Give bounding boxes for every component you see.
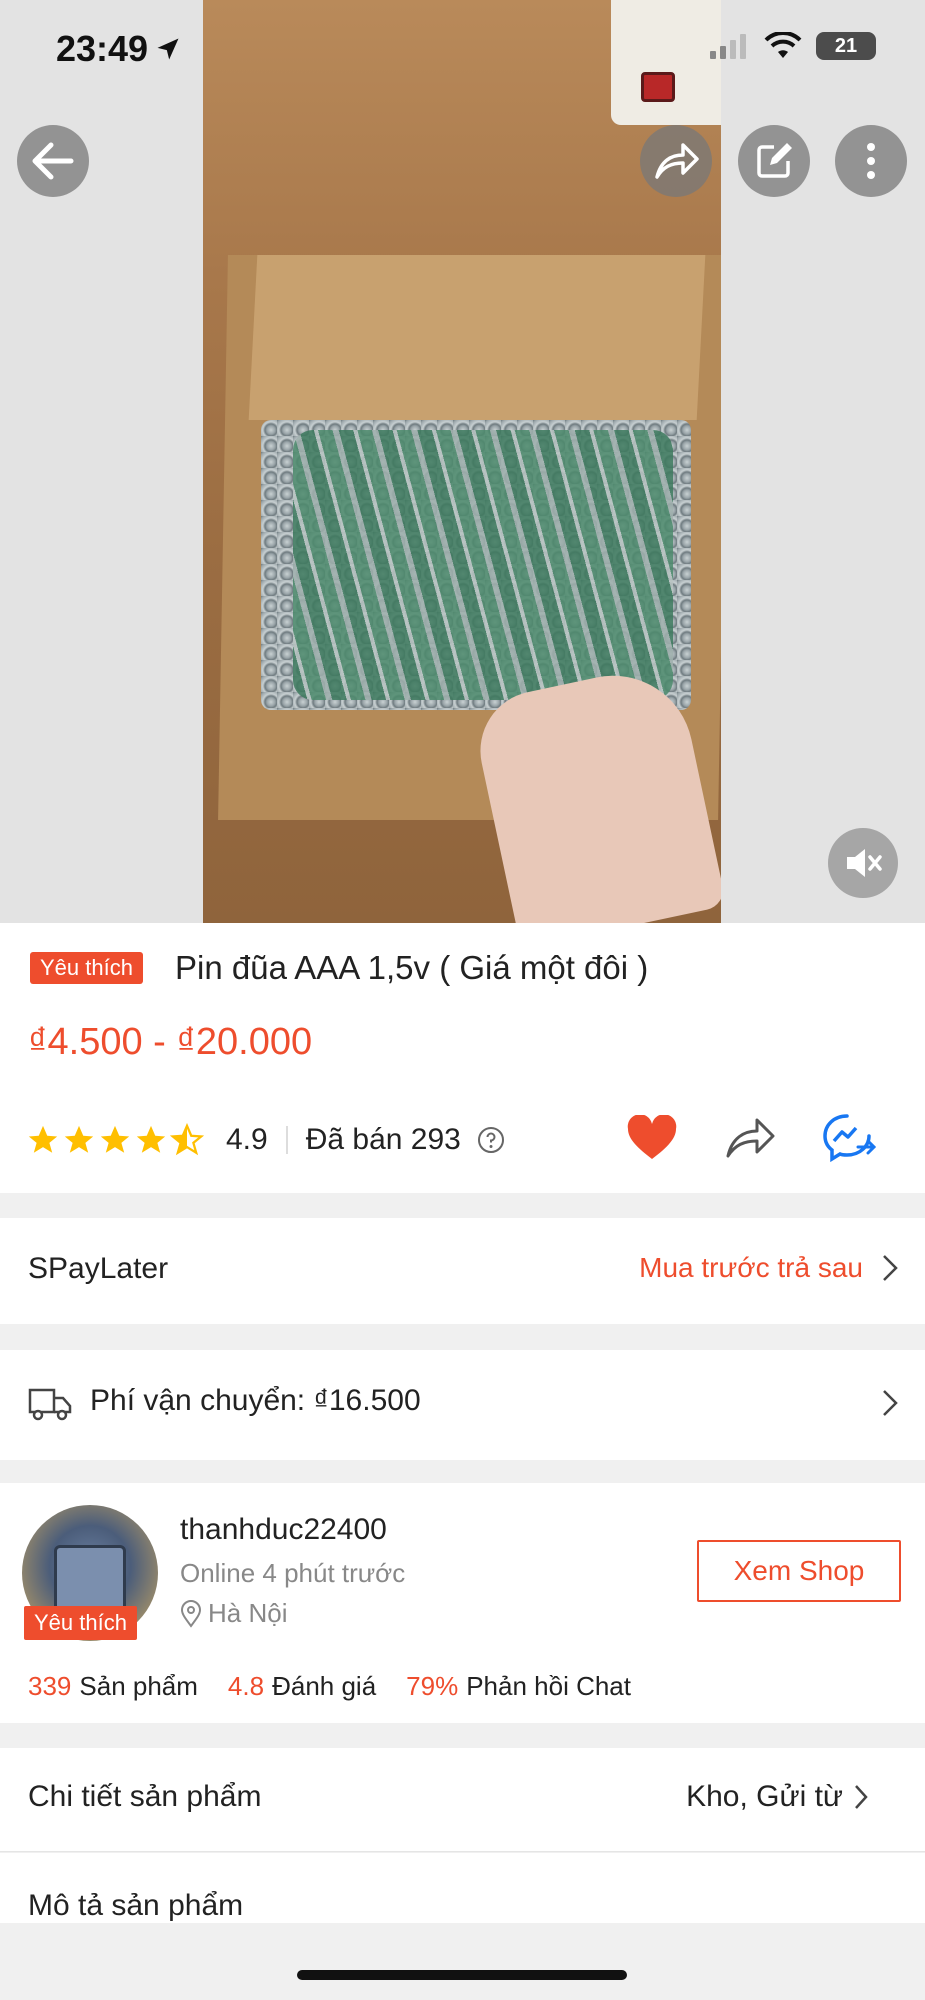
product-description-row[interactable]: Mô tả sản phẩm — [0, 1853, 925, 1923]
shop-stats: 339 Sản phẩm 4.8 Đánh giá 79% Phản hồi Chat — [28, 1671, 631, 1702]
rating-stars — [26, 1123, 204, 1157]
mute-icon — [847, 849, 882, 877]
share-icon — [655, 143, 699, 179]
question-icon[interactable] — [477, 1126, 505, 1154]
home-indicator — [297, 1970, 627, 1980]
star-icon — [64, 1125, 94, 1153]
sold-count: Đã bán 293 — [305, 1123, 461, 1156]
more-icon — [867, 143, 875, 179]
chevron-right-icon — [883, 1390, 898, 1416]
battery-pile — [293, 430, 673, 700]
edit-icon — [757, 143, 792, 178]
shop-stat-products: 339 Sản phẩm — [28, 1671, 198, 1701]
status-indicators: 21 — [710, 32, 876, 60]
star-icon — [136, 1125, 166, 1153]
background-device — [611, 0, 721, 125]
rating-row[interactable]: 4.9 Đã bán 293 — [26, 1118, 505, 1162]
product-details-row[interactable]: Chi tiết sản phẩm Kho, Gửi từ — [0, 1748, 925, 1852]
product-media: 23:49 21 — [0, 0, 925, 923]
divider — [285, 1126, 288, 1154]
shop-stat-chat-response: 79% Phản hồi Chat — [406, 1671, 631, 1701]
chevron-right-icon — [855, 1785, 868, 1809]
product-details-label: Chi tiết sản phẩm — [28, 1780, 262, 1813]
product-video[interactable] — [203, 0, 721, 923]
location-pin-icon — [180, 1599, 202, 1628]
shop-location: Hà Nội — [180, 1598, 287, 1629]
shop-location-text: Hà Nội — [208, 1598, 288, 1628]
box-flap — [248, 255, 706, 420]
spaylater-row[interactable]: SPayLater Mua trước trả sau — [0, 1218, 925, 1324]
location-arrow-icon — [157, 38, 179, 60]
shop-name[interactable]: thanhduc22400 — [180, 1513, 387, 1547]
spaylater-action-text: Mua trước trả sau — [639, 1252, 863, 1283]
spaylater-action[interactable]: Mua trước trả sau — [639, 1252, 899, 1284]
product-details-summary: Kho, Gửi từ — [686, 1780, 869, 1814]
product-page: 23:49 21 Yêu thích Pin đũa AAA 1,5v (Gi… — [0, 0, 925, 2000]
product-description-label: Mô tả sản phẩm — [28, 1889, 244, 1922]
product-title: Pin đũa AAA 1,5v ( Giá một đôi ) — [175, 949, 649, 986]
wifi-icon — [764, 32, 802, 58]
star-icon — [100, 1125, 130, 1153]
signal-icon — [710, 34, 746, 59]
edit-button[interactable] — [738, 125, 810, 197]
chevron-right-icon — [883, 1255, 898, 1281]
status-time: 23:49 — [56, 28, 182, 70]
product-actions — [626, 1113, 876, 1163]
shop-online-status: Online 4 phút trước — [180, 1558, 406, 1588]
shop-stat-rating: 4.8 Đánh giá — [227, 1671, 377, 1701]
favorite-badge: Yêu thích — [30, 952, 143, 984]
shipping-row[interactable]: Phí vận chuyển: ₫16.500 — [0, 1350, 925, 1460]
shop-favorite-badge: Yêu thích — [24, 1606, 137, 1640]
battery-indicator: 21 — [816, 32, 876, 60]
more-options-button[interactable] — [835, 125, 907, 197]
shop-card: Yêu thích thanhduc22400 Online 4 phút tr… — [0, 1483, 925, 1723]
truck-icon — [28, 1388, 72, 1421]
view-shop-button[interactable]: Xem Shop — [697, 1540, 901, 1602]
back-arrow-icon — [32, 142, 74, 180]
rating-value: 4.9 — [226, 1123, 268, 1156]
half-star-icon — [170, 1123, 204, 1156]
mute-button[interactable] — [828, 828, 898, 898]
heart-icon[interactable] — [626, 1115, 678, 1161]
messenger-icon[interactable] — [822, 1113, 876, 1163]
product-price: ₫4.500 - ₫20.000 — [28, 1021, 313, 1063]
share-icon[interactable] — [724, 1116, 776, 1160]
product-info: Yêu thích Pin đũa AAA 1,5v ( Giá một đôi… — [0, 923, 925, 1193]
star-icon — [28, 1125, 58, 1153]
back-button[interactable] — [17, 125, 89, 197]
spaylater-label: SPayLater — [28, 1252, 169, 1285]
shipping-fee: Phí vận chuyển: ₫16.500 — [90, 1384, 421, 1417]
share-overlay-button[interactable] — [640, 125, 712, 197]
